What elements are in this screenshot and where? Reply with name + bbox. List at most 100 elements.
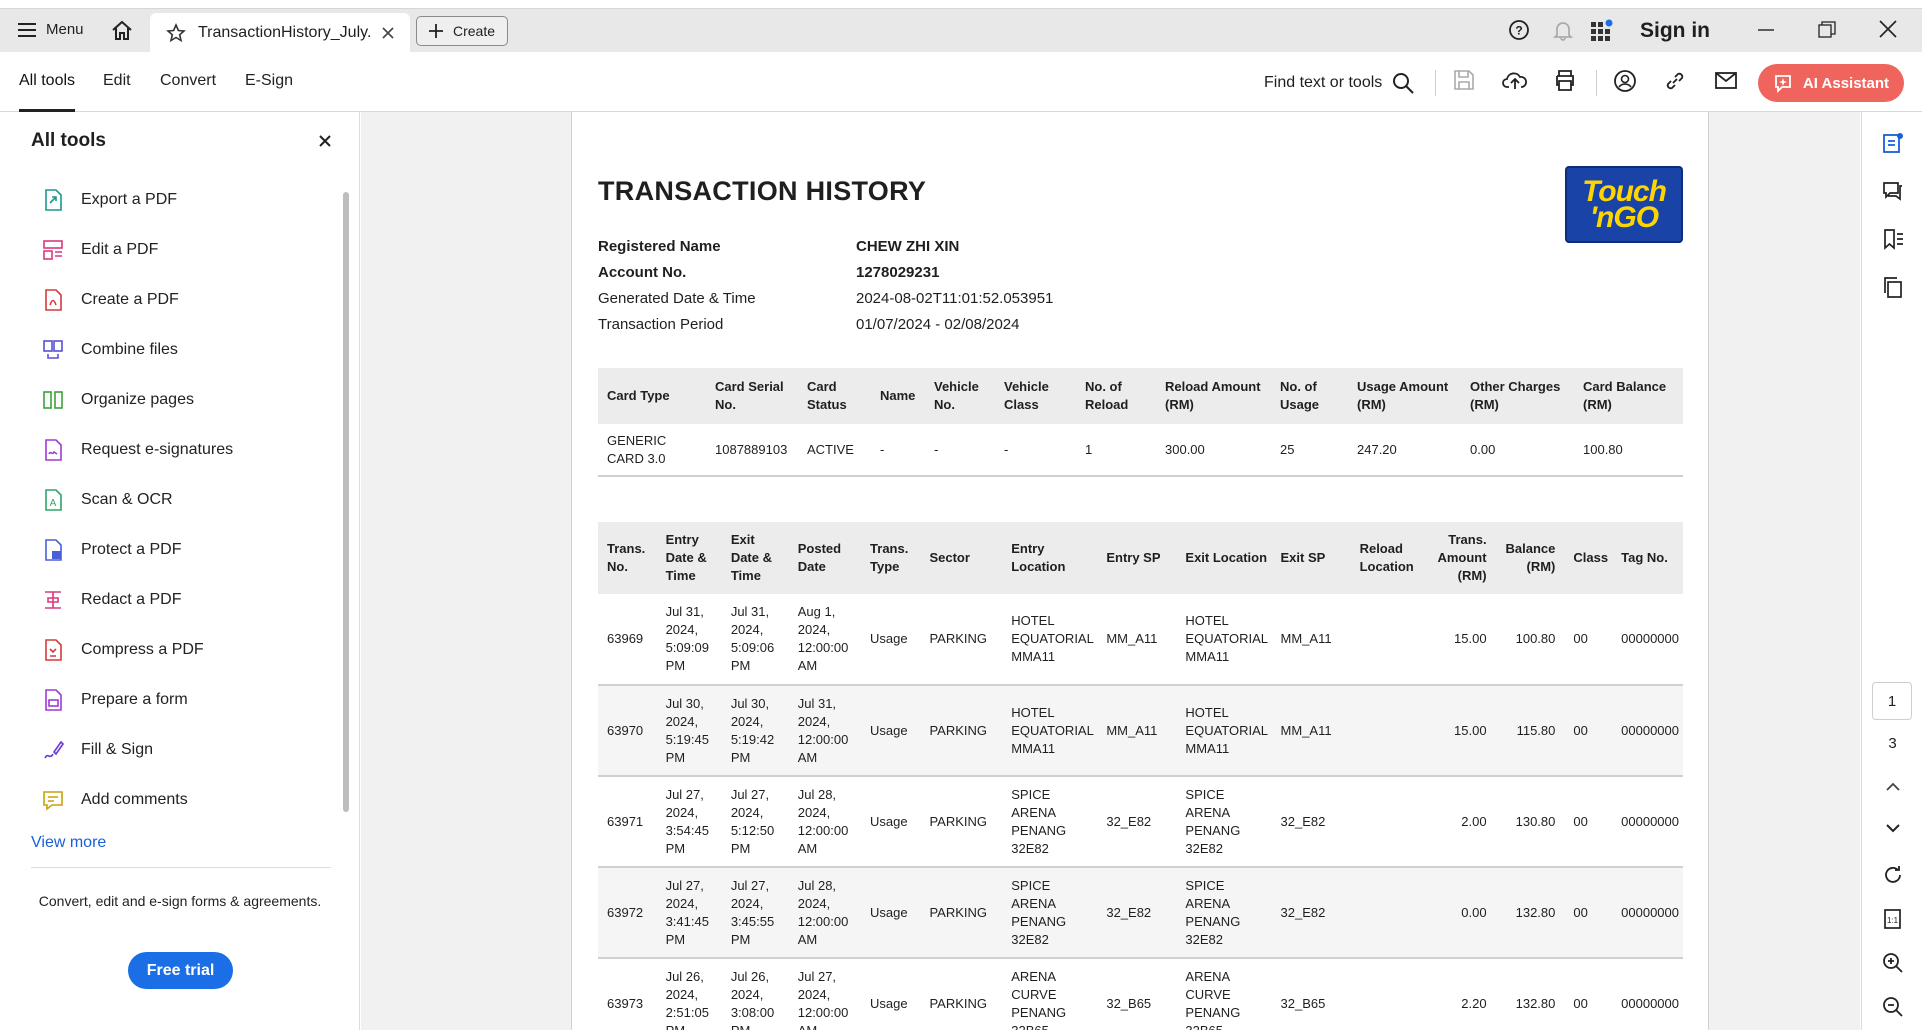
ai-sparkle-icon: [1775, 75, 1791, 94]
organize-pages-icon: [43, 391, 63, 409]
link-icon[interactable]: [1663, 69, 1687, 98]
tool-combine-files[interactable]: Combine files: [42, 339, 178, 361]
table-row: 63973 Jul 26, 2024, 2:51:05 PM Jul 26, 202…: [598, 958, 1683, 1030]
upload-cloud-icon[interactable]: [1502, 69, 1528, 96]
tab-convert[interactable]: Convert: [160, 72, 216, 90]
star-icon[interactable]: [166, 23, 186, 43]
tool-label: Scan & OCR: [81, 491, 173, 508]
restore-icon[interactable]: [1818, 21, 1836, 39]
bell-icon[interactable]: [1552, 19, 1574, 41]
tool-request-esignatures[interactable]: Request e-signatures: [42, 439, 233, 461]
menu-label: Menu: [46, 21, 84, 38]
tab-e-sign[interactable]: E-Sign: [245, 72, 293, 90]
tool-protect-pdf[interactable]: Protect a PDF: [42, 539, 181, 561]
column-header: Reload Amount (RM): [1156, 368, 1271, 424]
find-tools-button[interactable]: Find text or tools: [1264, 72, 1414, 94]
pages-thumbnails-icon[interactable]: [1882, 276, 1904, 303]
column-header: No. of Usage: [1271, 368, 1348, 424]
column-header: Entry Date & Time: [656, 522, 722, 594]
info-row: Generated Date & Time 2024-08-02T11:01:52…: [598, 290, 1054, 307]
zoom-in-icon[interactable]: [1882, 952, 1904, 979]
column-header: Vehicle No.: [925, 368, 995, 424]
apps-grid-icon[interactable]: [1590, 19, 1614, 41]
table-row: 63971 Jul 27, 2024, 3:54:45 PM Jul 27, 202…: [598, 776, 1683, 868]
promo-text: Convert, edit and e-sign forms & agreeme…: [38, 893, 322, 909]
column-header: Trans. No.: [598, 522, 657, 594]
combine-files-icon: [43, 340, 63, 359]
column-header: Exit SP: [1271, 522, 1351, 594]
table-cell: 247.20: [1348, 424, 1461, 477]
email-icon[interactable]: [1714, 69, 1738, 96]
panel-scrollbar[interactable]: [343, 192, 349, 812]
tool-edit-pdf[interactable]: Edit a PDF: [42, 239, 158, 261]
tool-add-comments[interactable]: Add comments: [42, 789, 188, 811]
tool-fill-sign[interactable]: Fill & Sign: [42, 739, 153, 761]
tool-organize-pages[interactable]: Organize pages: [42, 389, 194, 411]
add-comments-icon: [43, 791, 63, 811]
table-cell: Jul 27, 2024, 3:41:45 PM: [656, 867, 722, 959]
tool-label: Prepare a form: [81, 691, 188, 708]
table-header-row: Card Type Card Serial No. Card Status Name V…: [598, 368, 1683, 424]
table-cell: 00000000: [1612, 958, 1683, 1030]
table-cell: PARKING: [920, 776, 1003, 868]
table-header-row: Trans. No. Entry Date & Time Exit Date & T…: [598, 522, 1683, 594]
tool-compress-pdf[interactable]: Compress a PDF: [42, 639, 204, 661]
table-cell: PARKING: [920, 685, 1003, 777]
toolbar-divider: [1596, 70, 1597, 96]
compress-pdf-icon: [45, 639, 62, 661]
tab-edit[interactable]: Edit: [103, 72, 131, 90]
tool-export-pdf[interactable]: Export a PDF: [42, 189, 177, 211]
table-cell: MM_A11: [1271, 594, 1351, 686]
share-user-icon[interactable]: [1613, 69, 1637, 98]
table-cell: 130.80: [1495, 776, 1565, 868]
table-cell: 63972: [598, 867, 657, 959]
comments-icon[interactable]: [1882, 180, 1904, 207]
home-icon[interactable]: [110, 19, 134, 41]
zoom-out-icon[interactable]: [1882, 996, 1904, 1023]
table-cell: GENERIC CARD 3.0: [598, 424, 706, 477]
chevron-down-icon[interactable]: [1882, 817, 1904, 844]
tab-all-tools[interactable]: All tools: [19, 72, 76, 112]
minimize-icon[interactable]: [1757, 21, 1775, 39]
bookmarks-icon[interactable]: [1882, 228, 1904, 255]
hamburger-icon: [18, 22, 36, 37]
table-cell: Jul 30, 2024, 5:19:42 PM: [721, 685, 789, 777]
tool-redact-pdf[interactable]: Redact a PDF: [42, 589, 181, 611]
table-cell: SPICE ARENA PENANG 32E82: [1176, 776, 1272, 868]
page-number-input[interactable]: 1: [1872, 682, 1912, 720]
close-window-icon[interactable]: [1878, 19, 1898, 39]
close-tab-icon[interactable]: [382, 27, 394, 39]
close-icon[interactable]: [318, 134, 332, 153]
table-cell: -: [871, 424, 925, 477]
request-esign-icon: [45, 439, 62, 461]
rotate-icon[interactable]: [1882, 864, 1904, 891]
table-cell: PARKING: [920, 594, 1003, 686]
document-properties-icon[interactable]: [1882, 132, 1904, 159]
ai-assistant-button[interactable]: AI Assistant: [1758, 64, 1904, 102]
document-viewer[interactable]: TRANSACTION HISTORY Touch'nGO Registered…: [361, 112, 1860, 1030]
fit-page-icon[interactable]: 1:1: [1882, 908, 1904, 935]
column-header: Trans. Amount (RM): [1428, 522, 1496, 594]
tool-label: Combine files: [81, 341, 178, 358]
help-icon[interactable]: ?: [1508, 19, 1530, 41]
tool-scan-ocr[interactable]: A Scan & OCR: [42, 489, 173, 511]
view-more-link[interactable]: View more: [31, 834, 106, 852]
menu-button[interactable]: Menu: [18, 21, 84, 38]
document-tab[interactable]: TransactionHistory_July...: [150, 13, 410, 53]
column-header: Usage Amount (RM): [1348, 368, 1461, 424]
column-header: Trans. Type: [861, 522, 921, 594]
sign-in-link[interactable]: Sign in: [1640, 19, 1710, 43]
print-icon[interactable]: [1553, 69, 1577, 96]
table-cell: Usage: [861, 867, 921, 959]
save-icon[interactable]: [1453, 69, 1475, 96]
tool-prepare-form[interactable]: Prepare a form: [42, 689, 188, 711]
table-cell: 00: [1564, 958, 1613, 1030]
create-button[interactable]: Create: [416, 16, 509, 46]
free-trial-button[interactable]: Free trial: [128, 952, 233, 989]
table-cell: [1350, 685, 1429, 777]
chevron-up-icon[interactable]: [1882, 776, 1904, 803]
panel-divider: [31, 867, 331, 868]
table-cell: 00: [1564, 685, 1613, 777]
table-cell: 1: [1076, 424, 1156, 477]
tool-create-pdf[interactable]: Create a PDF: [42, 289, 179, 311]
